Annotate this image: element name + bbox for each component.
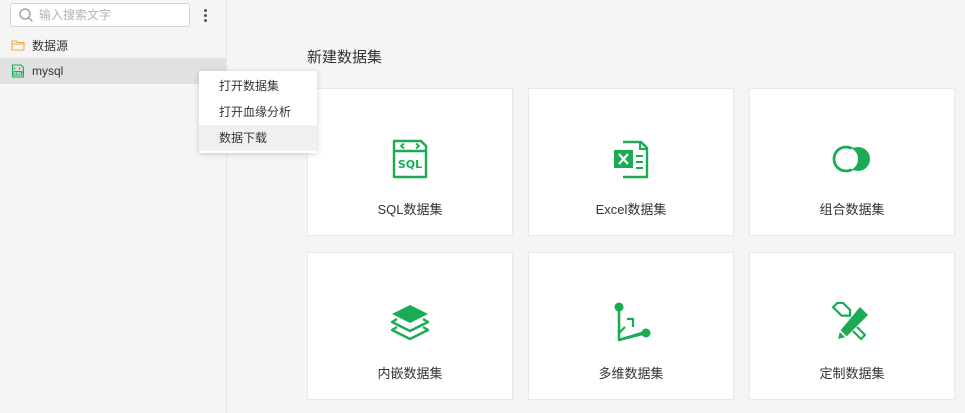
main-panel: 新建数据集 SQL SQL数据集 Excel数据集 组合数据集 内嵌数据集 多维… — [228, 0, 965, 413]
tree-item-mysql[interactable]: SQL mysql — [0, 58, 226, 84]
card-combined-dataset[interactable]: 组合数据集 — [749, 88, 955, 236]
card-label: 内嵌数据集 — [377, 366, 443, 381]
card-embedded-dataset[interactable]: 内嵌数据集 — [307, 252, 513, 400]
embedded-dataset-icon — [390, 305, 430, 341]
menu-item-open-lineage[interactable]: 打开血缘分析 — [199, 99, 317, 125]
card-excel-dataset[interactable]: Excel数据集 — [528, 88, 734, 236]
combined-dataset-icon — [832, 145, 870, 173]
card-label: 定制数据集 — [819, 366, 885, 381]
search-input[interactable] — [39, 5, 179, 25]
custom-dataset-icon — [831, 301, 868, 341]
tree-item-label: mysql — [32, 64, 64, 78]
card-custom-dataset[interactable]: 定制数据集 — [749, 252, 955, 400]
card-multidimensional-dataset[interactable]: 多维数据集 — [528, 252, 734, 400]
page-title: 新建数据集 — [307, 49, 383, 66]
card-label: 多维数据集 — [598, 366, 664, 381]
tree-item-label: 数据源 — [32, 38, 69, 53]
folder-icon — [11, 40, 25, 51]
card-label: Excel数据集 — [595, 202, 667, 217]
multidimensional-dataset-icon — [614, 302, 651, 342]
context-menu: 打开数据集 打开血缘分析 数据下载 — [199, 71, 317, 153]
sql-file-icon: SQL — [11, 64, 25, 78]
card-label: 组合数据集 — [819, 202, 885, 217]
search-icon — [19, 8, 33, 22]
more-vertical-icon[interactable] — [198, 6, 212, 24]
tree-item-datasource[interactable]: 数据源 — [0, 32, 226, 58]
search-box[interactable] — [10, 3, 190, 27]
card-label: SQL数据集 — [377, 202, 443, 217]
excel-dataset-icon — [614, 140, 649, 179]
svg-text:SQL: SQL — [14, 72, 23, 76]
sidebar: 数据源 SQL mysql — [0, 0, 227, 413]
card-sql-dataset[interactable]: SQL SQL数据集 — [307, 88, 513, 236]
menu-item-open-dataset[interactable]: 打开数据集 — [199, 73, 317, 99]
svg-text:SQL: SQL — [398, 158, 422, 171]
menu-item-download-data[interactable]: 数据下载 — [199, 125, 317, 151]
sql-dataset-icon: SQL — [392, 139, 428, 179]
